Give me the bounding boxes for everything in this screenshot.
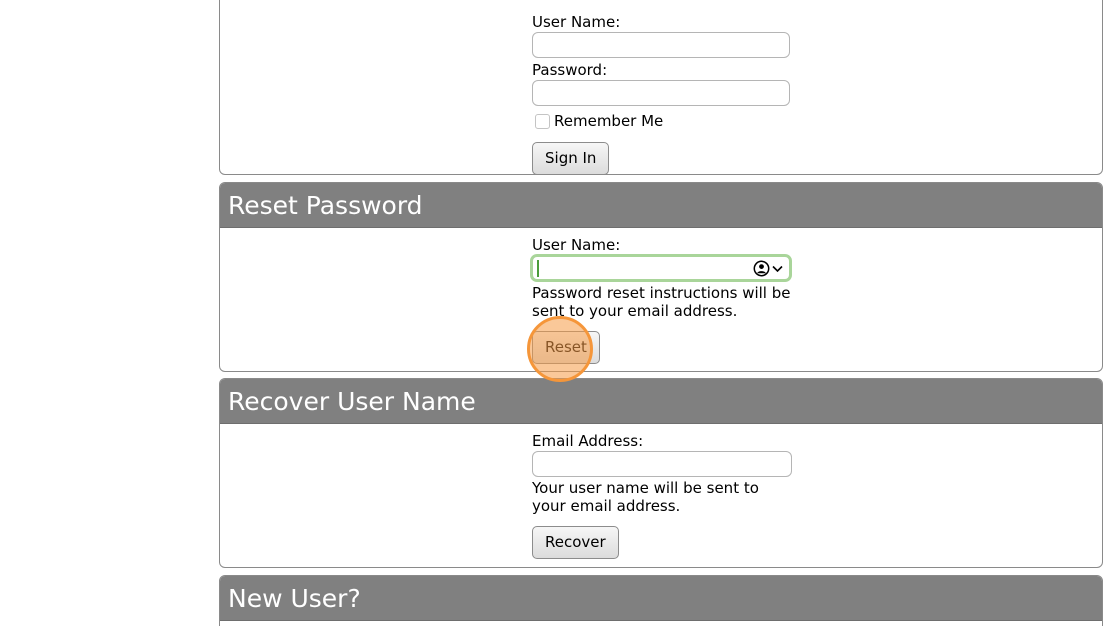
sign-in-button[interactable]: Sign In — [532, 142, 610, 174]
reset-password-title: Reset Password — [220, 183, 1102, 228]
remember-me-row[interactable]: Remember Me — [532, 110, 812, 132]
reset-username-input[interactable] — [530, 254, 792, 282]
sign-in-panel: User Name: Password: Remember Me Sign In — [219, 0, 1103, 175]
email-input[interactable] — [532, 451, 792, 477]
reset-password-form: User Name: Password reset instructions w… — [530, 236, 812, 364]
email-label: Email Address: — [532, 432, 644, 450]
password-label: Password: — [532, 61, 608, 79]
username-label: User Name: — [532, 13, 621, 31]
login-page: User Name: Password: Remember Me Sign In… — [0, 0, 1120, 626]
reset-button[interactable]: Reset — [532, 331, 600, 364]
autofill-contact-icon[interactable] — [753, 260, 783, 277]
remember-me-checkbox[interactable] — [535, 113, 550, 129]
recover-note: Your user name will be sent to your emai… — [532, 479, 759, 515]
sign-in-form: User Name: Password: Remember Me Sign In — [532, 13, 812, 174]
chevron-down-icon — [772, 265, 783, 272]
recover-username-panel: Recover User Name Email Address: Your us… — [219, 378, 1103, 568]
new-user-title: New User? — [220, 576, 1102, 621]
remember-me-label: Remember Me — [554, 112, 664, 130]
reset-username-label: User Name: — [532, 236, 621, 254]
recover-button[interactable]: Recover — [532, 526, 619, 559]
text-caret — [537, 260, 539, 277]
reset-password-panel: Reset Password User Name: Password reset… — [219, 182, 1103, 372]
password-input[interactable] — [532, 80, 790, 106]
username-input[interactable] — [532, 32, 790, 58]
new-user-panel: New User? — [219, 575, 1103, 626]
reset-note: Password reset instructions will be sent… — [532, 284, 791, 320]
recover-username-form: Email Address: Your user name will be se… — [532, 432, 812, 559]
recover-username-title: Recover User Name — [220, 379, 1102, 424]
